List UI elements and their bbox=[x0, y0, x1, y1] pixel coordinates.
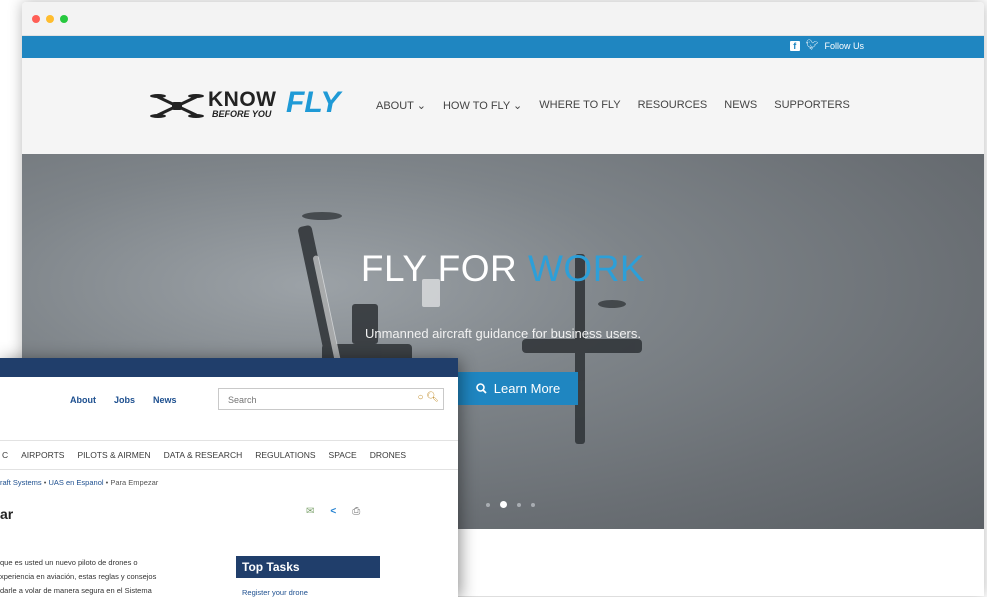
twitter-icon[interactable]: 🐦︎ bbox=[806, 40, 819, 51]
follow-us[interactable]: f 🐦︎ Follow Us bbox=[789, 40, 864, 51]
close-window-button[interactable] bbox=[32, 15, 40, 23]
intro-line: xperiencia en aviación, estas reglas y c… bbox=[0, 572, 157, 581]
top-tasks-heading: Top Tasks bbox=[236, 556, 380, 578]
faa-main-nav: C AIRPORTS PILOTS & AIRMEN DATA & RESEAR… bbox=[0, 440, 458, 470]
nav-drones[interactable]: DRONES bbox=[370, 450, 406, 460]
main-nav: ABOUT ⌄ HOW TO FLY ⌄ WHERE TO FLY RESOUR… bbox=[376, 99, 850, 112]
faa-utility-bar: About Jobs News ○ 🔍︎ bbox=[0, 377, 458, 421]
nav-c[interactable]: C bbox=[2, 450, 8, 460]
nav-regulations[interactable]: REGULATIONS bbox=[255, 450, 315, 460]
window-titlebar bbox=[22, 2, 984, 36]
follow-us-label[interactable]: Follow Us bbox=[824, 41, 864, 51]
carousel-dot[interactable] bbox=[486, 502, 490, 507]
hero-title-plain: FLY FOR bbox=[360, 248, 528, 289]
nav-pilots-airmen[interactable]: PILOTS & AIRMEN bbox=[77, 450, 150, 460]
intro-line: darle a volar de manera segura en el Sis… bbox=[0, 586, 152, 595]
util-link-jobs[interactable]: Jobs bbox=[114, 395, 135, 405]
email-icon[interactable]: ✉︎ bbox=[306, 506, 314, 517]
carousel-dot[interactable] bbox=[531, 502, 535, 507]
util-link-news[interactable]: News bbox=[153, 395, 177, 405]
logo-before-you: BEFORE YOU bbox=[212, 109, 272, 119]
logo-wordmark: KNOW FLY BEFORE YOU bbox=[208, 86, 358, 122]
nav-about[interactable]: ABOUT ⌄ bbox=[376, 99, 426, 112]
social-topbar: f 🐦︎ Follow Us bbox=[22, 36, 984, 58]
hero-title-accent: WORK bbox=[528, 248, 646, 289]
nav-how-to-fly[interactable]: HOW TO FLY ⌄ bbox=[443, 99, 522, 112]
facebook-icon[interactable]: f bbox=[789, 40, 800, 51]
search-input[interactable] bbox=[226, 390, 410, 410]
page-tools: ✉︎ < ⎙ bbox=[306, 506, 360, 517]
share-icon[interactable]: < bbox=[330, 506, 336, 517]
nav-resources[interactable]: RESOURCES bbox=[638, 99, 708, 112]
carousel-dot[interactable] bbox=[517, 502, 521, 507]
search-icon bbox=[475, 383, 487, 394]
site-header: KNOW FLY BEFORE YOU ABOUT ⌄ HOW TO FLY ⌄… bbox=[22, 58, 984, 156]
nav-airports[interactable]: AIRPORTS bbox=[21, 450, 64, 460]
search-icon[interactable]: ○ 🔍︎ bbox=[417, 392, 439, 403]
util-link-about[interactable]: About bbox=[70, 395, 96, 405]
logo-fly: FLY bbox=[286, 86, 341, 119]
breadcrumb-item[interactable]: UAS en Espanol bbox=[49, 478, 104, 487]
drone-icon bbox=[150, 94, 204, 118]
intro-paragraph: que es usted un nuevo piloto de drones o… bbox=[0, 556, 225, 597]
hero-subtitle: Unmanned aircraft guidance for business … bbox=[364, 326, 642, 341]
carousel-dots bbox=[486, 501, 535, 508]
utility-links: About Jobs News bbox=[70, 395, 177, 405]
minimize-window-button[interactable] bbox=[46, 15, 54, 23]
learn-more-label[interactable]: Learn More bbox=[494, 381, 560, 396]
search-box: ○ 🔍︎ bbox=[218, 388, 444, 410]
breadcrumb: raft Systems • UAS en Espanol • Para Emp… bbox=[0, 478, 158, 487]
nav-space[interactable]: SPACE bbox=[329, 450, 357, 460]
nav-where-to-fly[interactable]: WHERE TO FLY bbox=[539, 99, 620, 112]
breadcrumb-current: Para Empezar bbox=[110, 478, 159, 487]
top-tasks-panel: Top Tasks Register your drone bbox=[236, 556, 380, 597]
print-icon[interactable]: ⎙ bbox=[352, 506, 360, 517]
maximize-window-button[interactable] bbox=[60, 15, 68, 23]
learn-more-button[interactable]: Learn More bbox=[458, 372, 578, 405]
nav-supporters[interactable]: SUPPORTERS bbox=[774, 99, 850, 112]
intro-line: que es usted un nuevo piloto de drones o bbox=[0, 558, 138, 567]
site-logo[interactable]: KNOW FLY BEFORE YOU bbox=[150, 86, 358, 122]
nav-news[interactable]: NEWS bbox=[724, 99, 757, 112]
page-title: ar bbox=[0, 506, 14, 522]
hero-title: FLY FOR WORK bbox=[22, 248, 984, 290]
breadcrumb-item[interactable]: raft Systems bbox=[0, 478, 42, 487]
carousel-dot-active[interactable] bbox=[500, 501, 507, 508]
faa-top-bar bbox=[0, 358, 458, 377]
faa-window: About Jobs News ○ 🔍︎ C AIRPORTS PILOTS &… bbox=[0, 358, 458, 597]
top-task-link[interactable]: Register your drone bbox=[236, 588, 380, 597]
nav-data-research[interactable]: DATA & RESEARCH bbox=[164, 450, 243, 460]
